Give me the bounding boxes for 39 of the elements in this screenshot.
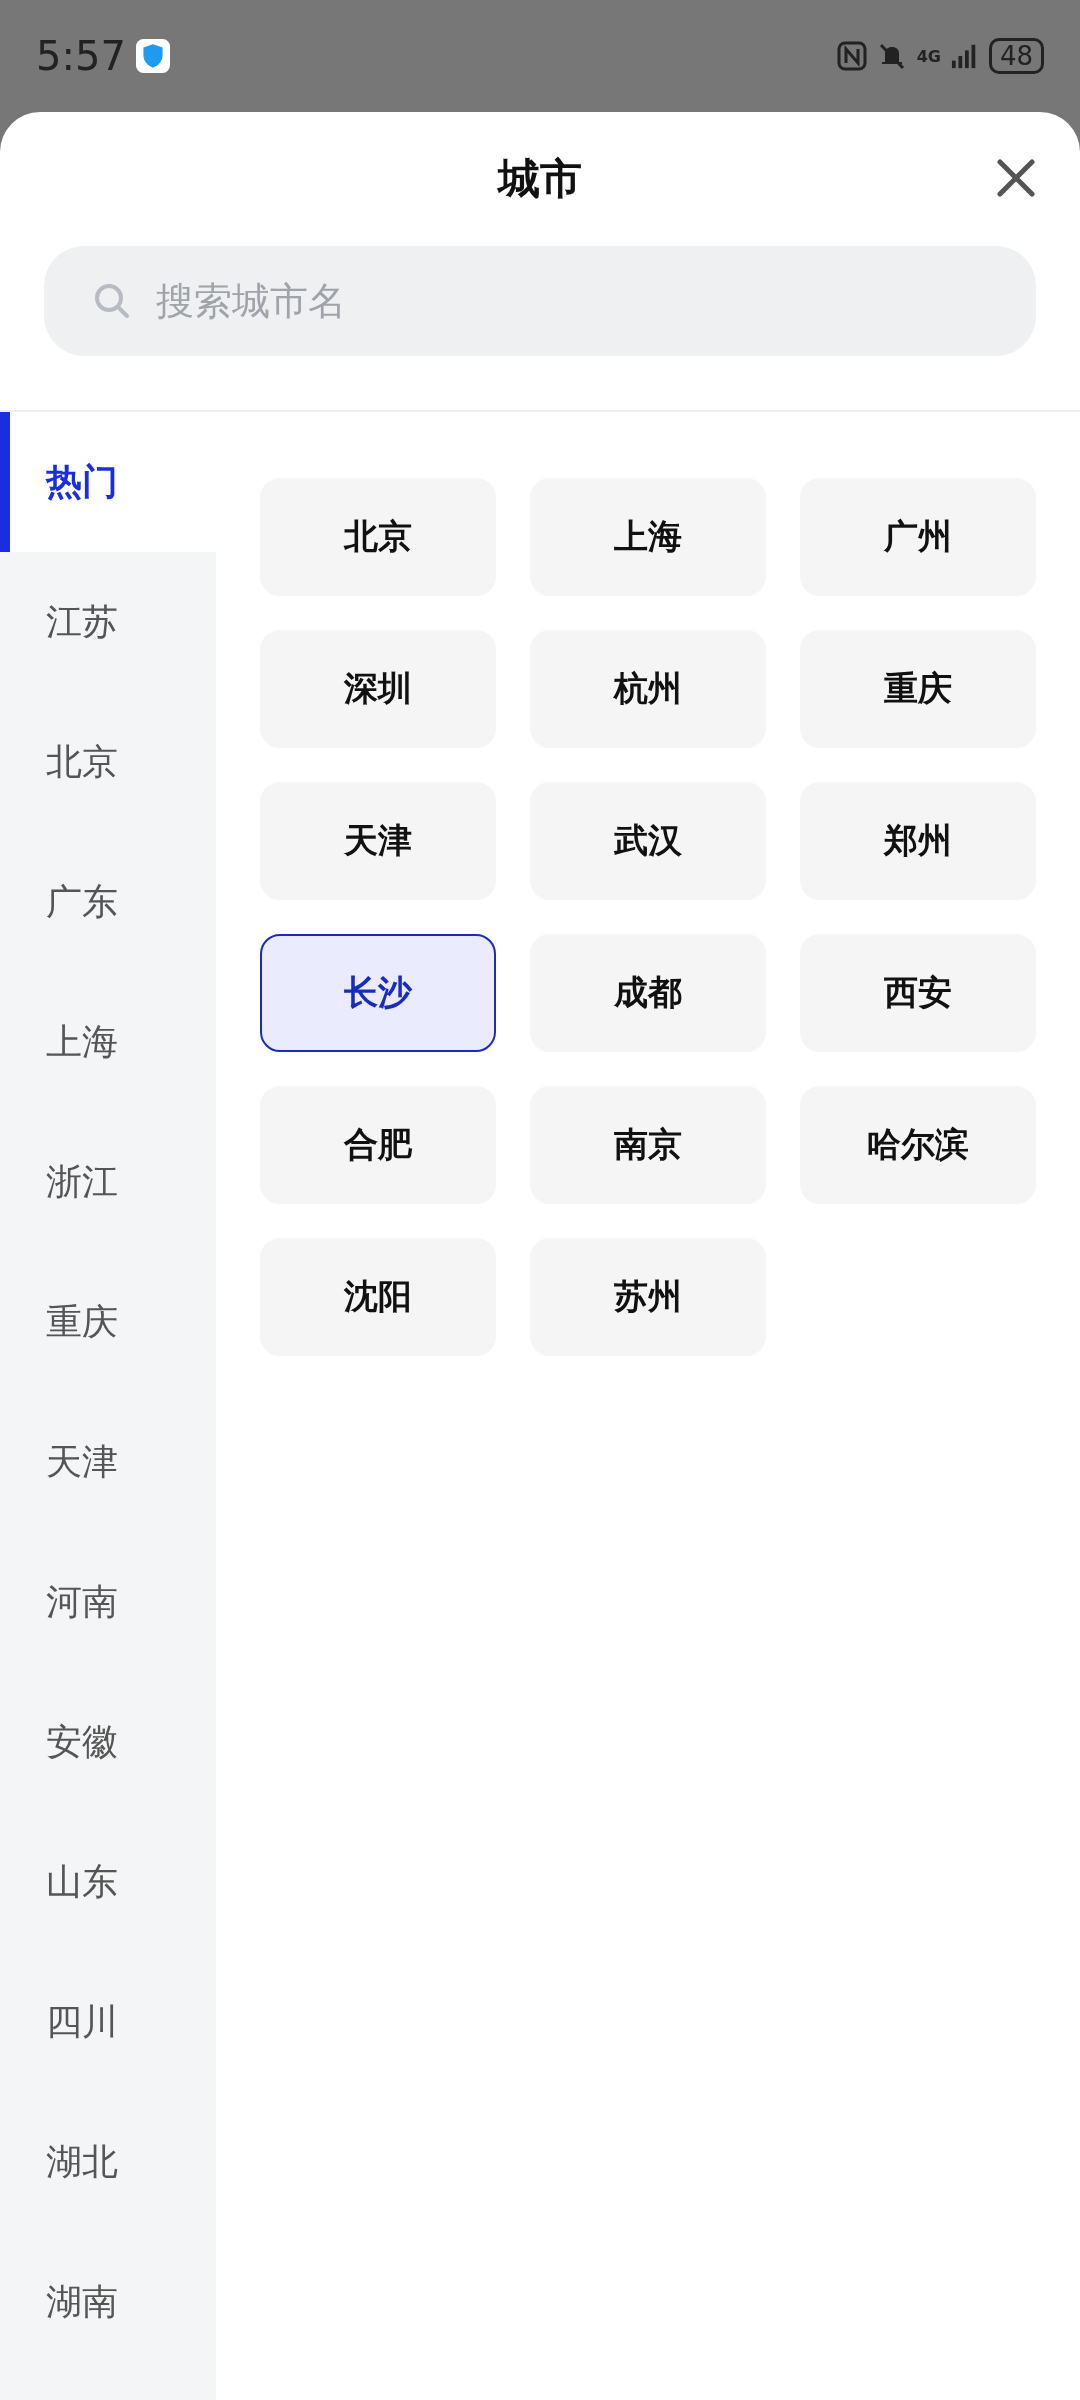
network-type: 4G (916, 46, 941, 66)
close-icon[interactable] (996, 158, 1036, 198)
sidebar-item[interactable]: 河南 (0, 1532, 216, 1672)
city-button[interactable]: 西安 (800, 934, 1036, 1052)
sidebar-item[interactable]: 重庆 (0, 1252, 216, 1392)
sidebar-item[interactable]: 上海 (0, 972, 216, 1112)
sidebar-item[interactable]: 天津 (0, 1392, 216, 1532)
city-button[interactable]: 武汉 (530, 782, 766, 900)
sidebar-item[interactable]: 湖南 (0, 2232, 216, 2372)
city-button[interactable]: 苏州 (530, 1238, 766, 1356)
search-field[interactable]: 搜索城市名 (44, 246, 1036, 356)
status-time: 5:57 (36, 33, 126, 79)
sidebar-item[interactable]: 北京 (0, 692, 216, 832)
sidebar-item[interactable]: 四川 (0, 1952, 216, 2092)
battery-level: 48 (988, 38, 1044, 74)
city-button[interactable]: 长沙 (260, 934, 496, 1052)
sidebar-item[interactable]: 江苏 (0, 552, 216, 692)
city-button[interactable]: 南京 (530, 1086, 766, 1204)
nfc-icon (836, 41, 867, 71)
sheet-title: 城市 (498, 153, 582, 205)
city-button[interactable]: 广州 (800, 478, 1036, 596)
sidebar-item[interactable]: 山东 (0, 1812, 216, 1952)
city-button[interactable]: 哈尔滨 (800, 1086, 1036, 1204)
sidebar-item[interactable]: 广东 (0, 832, 216, 972)
sidebar-item[interactable]: 湖北 (0, 2092, 216, 2232)
city-button[interactable]: 成都 (530, 934, 766, 1052)
city-button[interactable]: 上海 (530, 478, 766, 596)
city-button[interactable]: 合肥 (260, 1086, 496, 1204)
city-button[interactable]: 北京 (260, 478, 496, 596)
sidebar-item[interactable]: 浙江 (0, 1112, 216, 1252)
city-button[interactable]: 郑州 (800, 782, 1036, 900)
city-button[interactable]: 杭州 (530, 630, 766, 748)
city-button[interactable]: 沈阳 (260, 1238, 496, 1356)
city-button[interactable]: 天津 (260, 782, 496, 900)
sidebar-item[interactable]: 热门 (0, 412, 216, 552)
shield-icon (135, 39, 170, 73)
city-button[interactable]: 深圳 (260, 630, 496, 748)
sidebar-item[interactable]: 安徽 (0, 1672, 216, 1812)
city-button[interactable]: 重庆 (800, 630, 1036, 748)
